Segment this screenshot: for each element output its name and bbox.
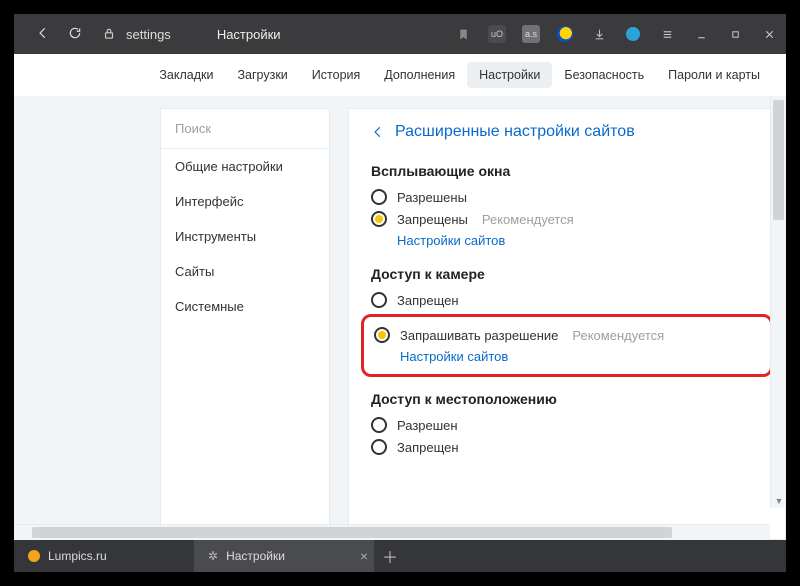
popups-title: Всплывающие окна [371,163,763,179]
breadcrumb-title: Расширенные настройки сайтов [395,123,635,141]
minimize-button[interactable] [684,14,718,54]
scrollbar-thumb[interactable] [32,527,672,538]
recommended-label: Рекомендуется [572,328,664,343]
bookmark-icon[interactable] [446,14,480,54]
browser-tab-strip: Lumpics.ru ✲ Настройки × ＋ [14,540,786,572]
tab-addons[interactable]: Дополнения [372,62,467,88]
recommended-label: Рекомендуется [482,212,574,227]
popups-allow[interactable]: Разрешены [371,189,763,205]
radio-icon [371,189,387,205]
page-title: Настройки [217,27,281,42]
back-button[interactable] [36,26,50,43]
sidebar-item-sites[interactable]: Сайты [161,254,329,289]
radio-icon [371,417,387,433]
vertical-scrollbar[interactable]: ▼ [770,96,786,508]
popups-deny[interactable]: Запрещены Рекомендуется [371,211,763,227]
maximize-button[interactable] [718,14,752,54]
scroll-down-icon[interactable]: ▼ [771,494,786,508]
camera-site-settings-link[interactable]: Настройки сайтов [400,349,760,364]
close-button[interactable] [752,14,786,54]
ext-blue-icon[interactable] [616,14,650,54]
browser-tab-lumpics[interactable]: Lumpics.ru [14,540,194,572]
ext-gray-icon[interactable]: a.s [514,14,548,54]
settings-sidebar: Поиск Общие настройки Интерфейс Инструме… [160,108,330,540]
location-deny-label: Запрещен [397,440,459,455]
tab-passwords[interactable]: Пароли и карты [656,62,772,88]
radio-icon [371,439,387,455]
tab-history[interactable]: История [300,62,372,88]
main-panel: Расширенные настройки сайтов Всплывающие… [348,108,786,540]
location-title: Доступ к местоположению [371,391,763,407]
tab-downloads[interactable]: Загрузки [225,62,299,88]
reload-button[interactable] [68,26,82,43]
downloads-icon[interactable] [582,14,616,54]
location-allow[interactable]: Разрешен [371,417,763,433]
tab-security[interactable]: Безопасность [552,62,656,88]
highlight-box: Запрашивать разрешение Рекомендуется Нас… [361,314,773,377]
radio-selected-icon [374,327,390,343]
sidebar-item-tools[interactable]: Инструменты [161,219,329,254]
ext-ublock-icon[interactable]: uO [480,14,514,54]
menu-icon[interactable] [650,14,684,54]
sidebar-item-general[interactable]: Общие настройки [161,149,329,184]
sidebar-item-system[interactable]: Системные [161,289,329,324]
popups-deny-label: Запрещены [397,212,468,227]
radio-selected-icon [371,211,387,227]
browser-tab-settings[interactable]: ✲ Настройки × [194,540,374,572]
camera-deny[interactable]: Запрещен [371,292,763,308]
new-tab-button[interactable]: ＋ [374,540,406,572]
radio-icon [371,292,387,308]
breadcrumb-back[interactable]: Расширенные настройки сайтов [371,123,763,141]
camera-ask[interactable]: Запрашивать разрешение Рекомендуется [374,327,760,343]
chevron-left-icon [371,125,385,139]
settings-tabs: Закладки Загрузки История Дополнения Нас… [14,54,786,96]
sidebar-item-interface[interactable]: Интерфейс [161,184,329,219]
favicon-icon [28,550,40,562]
camera-ask-label: Запрашивать разрешение [400,328,558,343]
popups-site-settings-link[interactable]: Настройки сайтов [397,233,763,248]
title-bar: settings Настройки uO a.s [14,14,786,54]
tab-close-icon[interactable]: × [360,548,368,564]
popups-allow-label: Разрешены [397,190,467,205]
ext-yellow-icon[interactable] [548,14,582,54]
address-text: settings [126,27,171,42]
camera-deny-label: Запрещен [397,293,459,308]
camera-title: Доступ к камере [371,266,763,282]
location-deny[interactable]: Запрещен [371,439,763,455]
scrollbar-thumb[interactable] [773,100,784,220]
tab-label: Настройки [226,549,285,563]
tab-settings[interactable]: Настройки [467,62,552,88]
tab-label: Lumpics.ru [48,549,107,563]
horizontal-scrollbar[interactable] [14,524,770,540]
tab-bookmarks[interactable]: Закладки [147,62,225,88]
address-bar[interactable]: settings [102,27,171,42]
location-allow-label: Разрешен [397,418,458,433]
gear-icon: ✲ [208,549,218,563]
search-input[interactable]: Поиск [161,109,329,149]
